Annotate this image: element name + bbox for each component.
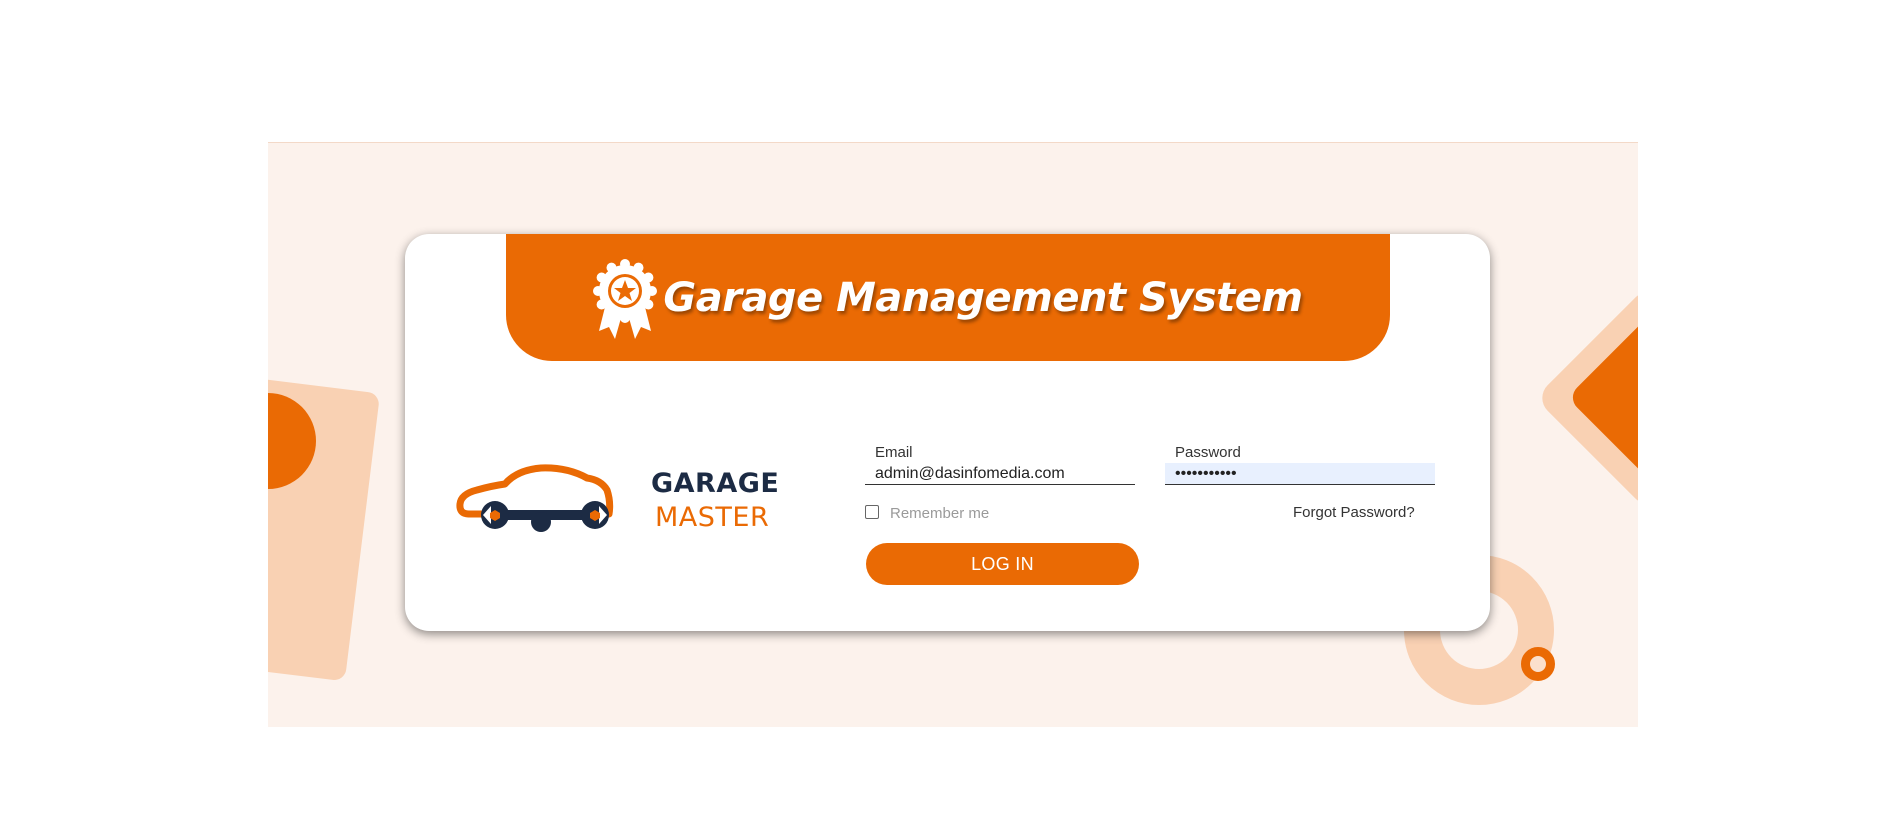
award-ribbon-icon	[593, 258, 658, 339]
decorative-small-ring	[1521, 647, 1555, 681]
remember-me-checkbox[interactable]	[865, 505, 879, 519]
car-wrench-icon	[456, 464, 614, 532]
forgot-password-link[interactable]: Forgot Password?	[1293, 504, 1415, 521]
remember-me-label[interactable]: Remember me	[890, 505, 989, 522]
email-field-group: Email	[865, 444, 1135, 487]
login-page-background: Garage Management System GARAGE MASTER E…	[268, 142, 1638, 727]
password-label: Password	[1175, 444, 1241, 461]
logo-text-garage: GARAGE	[651, 468, 780, 499]
login-button[interactable]: LOG IN	[866, 543, 1139, 585]
logo-text-master: MASTER	[655, 502, 770, 533]
password-input[interactable]	[1165, 463, 1435, 485]
login-card: Garage Management System GARAGE MASTER E…	[405, 234, 1490, 631]
header-banner: Garage Management System	[506, 234, 1390, 361]
email-input[interactable]	[865, 463, 1135, 485]
password-field-group: Password	[1165, 444, 1435, 487]
email-label: Email	[875, 444, 913, 461]
page-title: Garage Management System	[663, 274, 1303, 321]
garage-master-logo: GARAGE MASTER	[455, 456, 785, 546]
remember-me-row: Remember me	[865, 502, 989, 522]
